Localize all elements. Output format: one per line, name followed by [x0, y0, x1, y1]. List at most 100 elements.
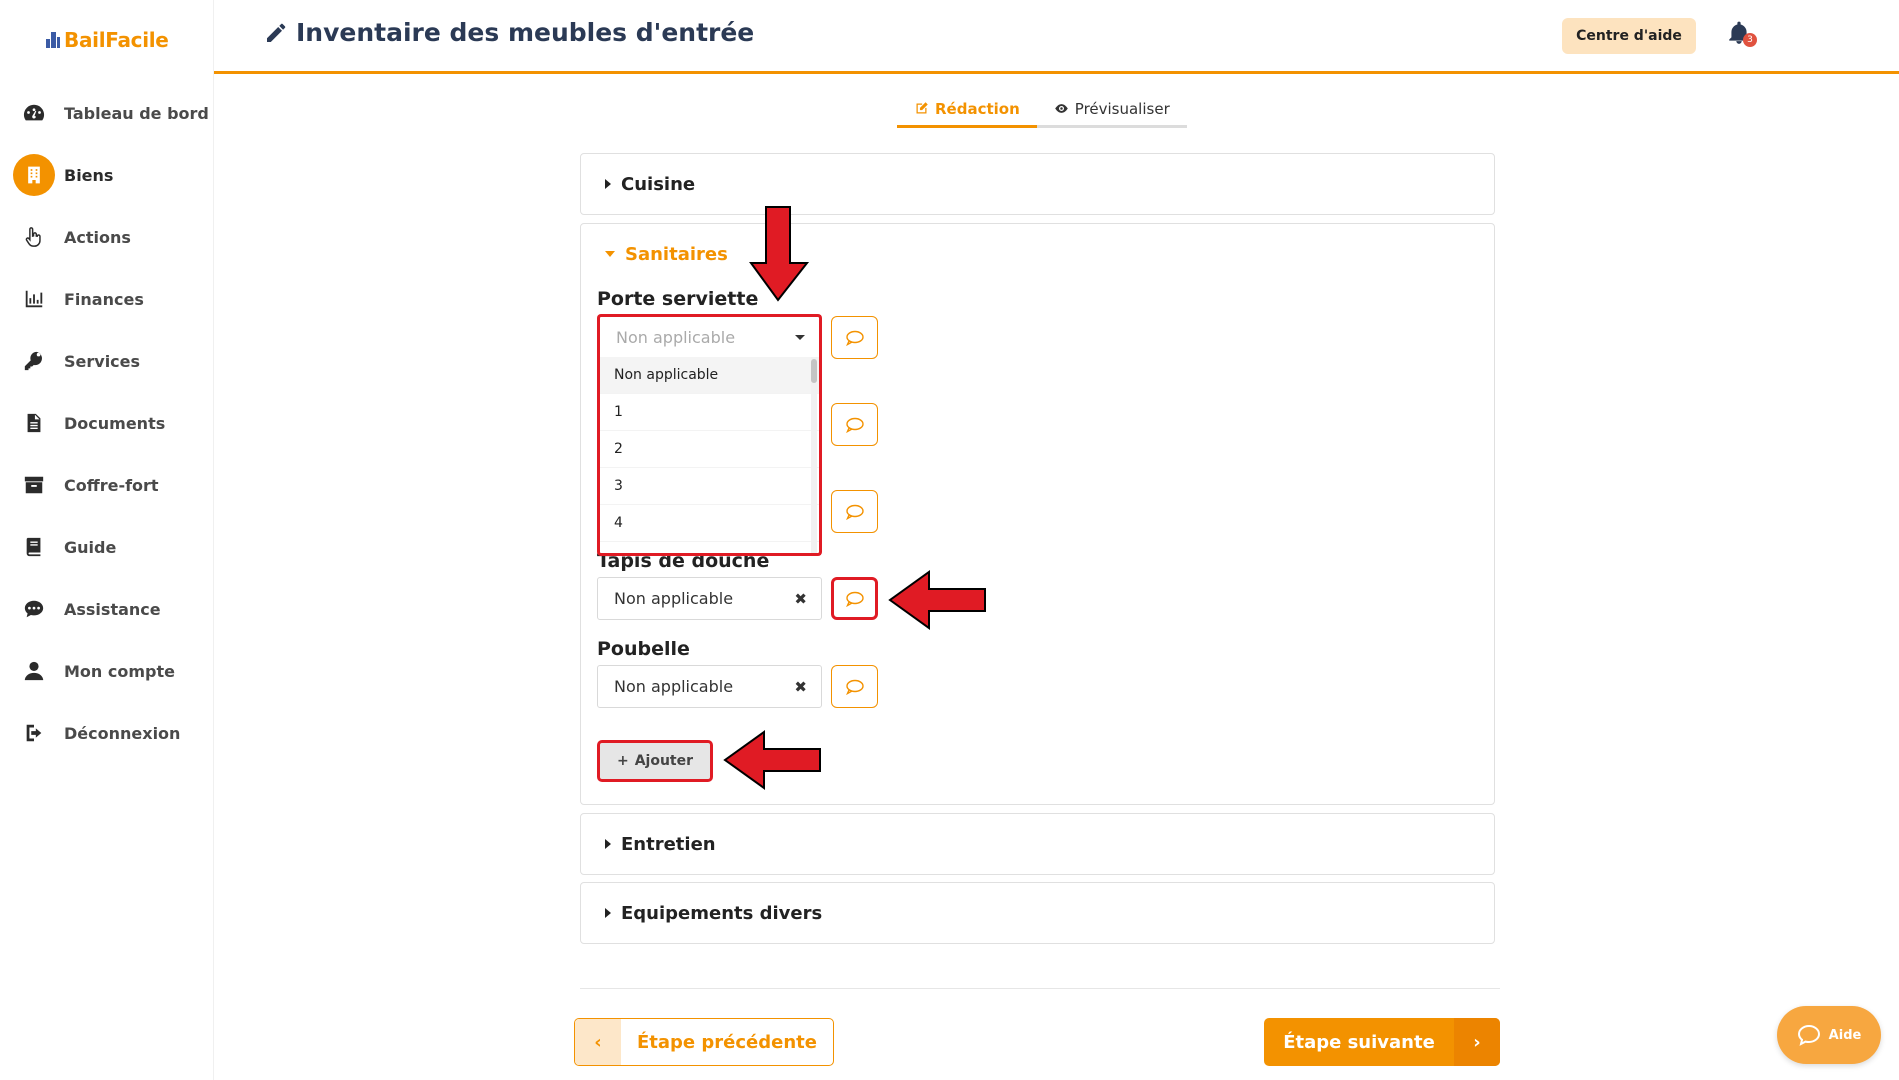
dashboard-icon — [20, 99, 48, 127]
app-logo[interactable]: BailFacile — [46, 28, 169, 52]
sidebar: BailFacile Tableau de bord Biens Actions… — [0, 0, 214, 1080]
sidebar-item-label: Guide — [64, 537, 117, 557]
tapis-de-douche-select[interactable]: Non applicable ✖ — [597, 577, 822, 620]
editor-tabs: Rédaction Prévisualiser — [897, 92, 1187, 128]
plus-icon: + — [616, 753, 629, 769]
pencil-icon — [267, 23, 286, 42]
poubelle-label: Poubelle — [597, 638, 690, 660]
comment-button[interactable] — [831, 490, 878, 533]
sidebar-item-deconnexion[interactable]: Déconnexion — [0, 702, 214, 764]
section-title: Entretien — [621, 833, 716, 855]
sidebar-item-documents[interactable]: Documents — [0, 392, 214, 454]
select-placeholder: Non applicable — [616, 327, 736, 347]
notification-bell[interactable]: 3 — [1726, 20, 1757, 50]
sidebar-item-tableau-de-bord[interactable]: Tableau de bord — [0, 82, 214, 144]
comment-button[interactable] — [831, 665, 878, 708]
edit-icon — [916, 102, 928, 114]
aide-label: Aide — [1828, 1027, 1862, 1043]
logo-text: BailFacile — [64, 28, 169, 52]
sidebar-item-coffre-fort[interactable]: Coffre-fort — [0, 454, 214, 516]
comment-icon — [845, 504, 864, 520]
dropdown-option[interactable]: 3 — [600, 468, 819, 505]
select-value: Non applicable — [614, 589, 734, 608]
clear-icon[interactable]: ✖ — [794, 590, 807, 608]
chevron-down-icon — [795, 335, 805, 340]
chevron-left-icon: ‹ — [575, 1019, 621, 1065]
sidebar-item-finances[interactable]: Finances — [0, 268, 214, 330]
sidebar-item-label: Services — [64, 351, 141, 371]
next-step-button[interactable]: Étape suivante › — [1264, 1018, 1500, 1066]
add-label: Ajouter — [634, 753, 694, 769]
annotation-arrow-left — [888, 570, 986, 630]
page-title: Inventaire des meubles d'entrée — [296, 18, 755, 47]
porte-serviette-dropdown: Non applicable 1 2 3 4 — [597, 357, 822, 556]
comment-button[interactable] — [831, 577, 878, 620]
document-icon — [20, 409, 48, 437]
comment-icon — [845, 591, 864, 607]
caret-right-icon — [605, 839, 611, 849]
aide-chat-button[interactable]: Aide — [1777, 1006, 1881, 1064]
chevron-right-icon: › — [1454, 1018, 1500, 1066]
comment-icon — [845, 679, 864, 695]
user-icon — [20, 657, 48, 685]
sidebar-item-biens[interactable]: Biens — [0, 144, 214, 206]
tab-label: Prévisualiser — [1074, 99, 1170, 118]
chat-icon — [20, 595, 48, 623]
book-icon — [20, 533, 48, 561]
notification-badge: 3 — [1743, 33, 1757, 47]
sidebar-item-label: Coffre-fort — [64, 475, 159, 495]
poubelle-select[interactable]: Non applicable ✖ — [597, 665, 822, 708]
section-title: Cuisine — [621, 173, 696, 195]
dropdown-option[interactable]: 2 — [600, 431, 819, 468]
sidebar-nav: Tableau de bord Biens Actions Finances S… — [0, 82, 214, 764]
sidebar-item-label: Mon compte — [64, 661, 175, 681]
dropdown-option[interactable]: 4 — [600, 505, 819, 542]
sidebar-item-actions[interactable]: Actions — [0, 206, 214, 268]
comment-button[interactable] — [831, 403, 878, 446]
pointer-hand-icon — [20, 223, 48, 251]
section-cuisine-header[interactable]: Cuisine — [581, 154, 1494, 214]
sidebar-item-label: Actions — [64, 227, 131, 247]
sidebar-item-mon-compte[interactable]: Mon compte — [0, 640, 214, 702]
dropdown-scrollbar-thumb[interactable] — [811, 359, 817, 383]
next-step-label: Étape suivante — [1283, 1031, 1435, 1053]
caret-down-icon — [605, 251, 615, 257]
archive-icon — [20, 471, 48, 499]
title-wrap: Inventaire des meubles d'entrée — [264, 18, 754, 47]
caret-right-icon — [605, 179, 611, 189]
chat-bubble-icon — [1797, 1024, 1820, 1046]
clear-icon[interactable]: ✖ — [794, 678, 807, 696]
sidebar-item-label: Tableau de bord — [64, 103, 209, 123]
tab-label: Rédaction — [935, 99, 1020, 118]
section-cuisine: Cuisine — [580, 153, 1495, 215]
section-entretien-header[interactable]: Entretien — [581, 814, 1494, 874]
previous-step-button[interactable]: ‹ Étape précédente — [574, 1018, 834, 1066]
comment-icon — [845, 417, 864, 433]
section-sanitaires-header[interactable]: Sanitaires — [581, 224, 1494, 284]
comment-button[interactable] — [831, 316, 878, 359]
select-value: Non applicable — [614, 677, 734, 696]
footer-divider — [580, 988, 1500, 989]
dropdown-option[interactable]: Non applicable — [600, 357, 819, 394]
sidebar-item-label: Documents — [64, 413, 166, 433]
porte-serviette-select[interactable]: Non applicable — [597, 314, 822, 357]
page-header: Inventaire des meubles d'entrée Centre d… — [214, 0, 1899, 74]
tab-previsualiser[interactable]: Prévisualiser — [1036, 92, 1187, 128]
logout-icon — [20, 719, 48, 747]
dropdown-scrollbar-track — [811, 357, 817, 553]
building-logo-icon — [46, 32, 60, 48]
sidebar-item-assistance[interactable]: Assistance — [0, 578, 214, 640]
tab-redaction[interactable]: Rédaction — [897, 92, 1037, 128]
previous-step-label: Étape précédente — [637, 1031, 817, 1053]
bar-chart-icon — [20, 285, 48, 313]
section-title: Equipements divers — [621, 902, 823, 924]
help-center-button[interactable]: Centre d'aide — [1562, 18, 1696, 54]
porte-serviette-label: Porte serviette — [597, 288, 759, 310]
sidebar-item-guide[interactable]: Guide — [0, 516, 214, 578]
caret-right-icon — [605, 908, 611, 918]
eye-icon — [1055, 104, 1068, 113]
sidebar-item-services[interactable]: Services — [0, 330, 214, 392]
add-item-button[interactable]: + Ajouter — [597, 740, 713, 782]
dropdown-option[interactable]: 1 — [600, 394, 819, 431]
section-equipements-header[interactable]: Equipements divers — [581, 883, 1494, 943]
